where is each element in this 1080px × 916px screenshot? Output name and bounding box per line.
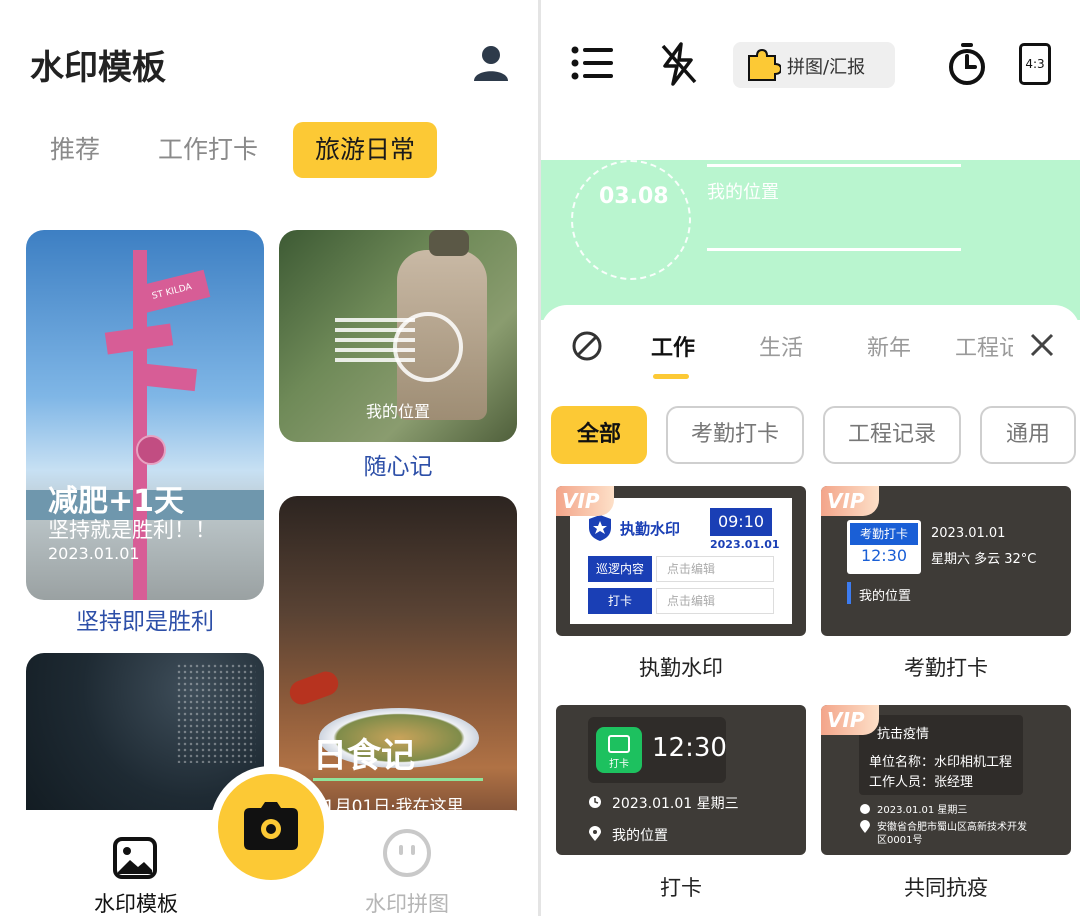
filter-chip-all[interactable]: 全部	[551, 406, 647, 464]
postmark-stamp-icon	[571, 160, 691, 280]
timer-icon[interactable]	[947, 42, 987, 86]
checkin-calendar-icon: 打卡	[596, 727, 642, 773]
template-location: 我的位置	[612, 828, 668, 844]
category-tab-new-year[interactable]: 新年	[867, 330, 911, 362]
template-date: 2023.01.01 星期三	[612, 796, 739, 812]
menu-icon[interactable]	[571, 46, 615, 80]
template-row-label: 打卡	[588, 588, 652, 614]
template-caption: 打卡	[660, 876, 702, 900]
template-card-free-note[interactable]: 我的位置	[279, 230, 517, 442]
left-screen: 水印模板 推荐 工作打卡 旅游日常 ST KILDA 减肥+1天 坚持就是胜利！…	[0, 0, 538, 916]
location-pin-icon	[589, 826, 601, 841]
template-time: 12:30	[652, 733, 727, 763]
user-icon[interactable]	[472, 44, 510, 82]
puzzle-icon	[748, 48, 781, 81]
template-date: 2023.01.01 星期三	[877, 805, 968, 816]
template-anti-epidemic[interactable]: 抗击疫情 单位名称：水印相机工程 工作人员：张经理 2023.01.01 星期三…	[821, 705, 1071, 855]
overlay-subline: 坚持就是胜利！！	[48, 518, 216, 542]
template-duty-watermark[interactable]: 执勤水印 09:10 2023.01.01 巡逻内容 点击编辑 打卡 点击编辑 …	[556, 486, 806, 636]
template-weather: 星期六 多云 32°C	[931, 552, 1037, 567]
collage-report-button[interactable]: 拼图/汇报	[733, 42, 895, 88]
overlay-date: 2023.01.01	[48, 544, 140, 563]
template-title: 执勤水印	[620, 520, 681, 538]
template-card-food-diary[interactable]: 日食记 01月01日·我在这里	[279, 496, 517, 836]
person-head	[429, 230, 469, 256]
collage-report-label: 拼图/汇报	[787, 57, 866, 78]
template-badge: 考勤打卡 12:30	[847, 520, 921, 574]
page-title: 水印模板	[30, 48, 166, 88]
filter-chip-attendance[interactable]: 考勤打卡	[666, 406, 804, 464]
template-caption: 执勤水印	[639, 656, 723, 680]
shield-star-icon	[589, 515, 611, 541]
template-row-label: 巡逻内容	[588, 556, 652, 582]
chili-pepper	[286, 668, 342, 708]
nav-item-watermark-template[interactable]: 水印模板	[94, 888, 178, 916]
clock-icon	[860, 804, 870, 814]
category-tab-work[interactable]: 工作	[651, 330, 695, 362]
overlay-headline: 日食记	[313, 736, 415, 776]
badge-top: 考勤打卡	[850, 523, 918, 545]
location-bar	[847, 582, 851, 604]
template-location: 我的位置	[859, 589, 912, 604]
aspect-ratio-button[interactable]: 4:3	[1019, 43, 1051, 85]
signpost-disc	[136, 435, 166, 465]
overlay-location: 我的位置	[365, 402, 430, 421]
template-panel: 执勤水印 09:10 2023.01.01 巡逻内容 点击编辑 打卡 点击编辑	[570, 498, 792, 624]
vip-badge: VIP	[821, 705, 879, 735]
template-caption: 考勤打卡	[904, 656, 988, 680]
camera-icon	[244, 802, 298, 850]
camera-preview: 03.08 我的位置	[541, 160, 1080, 320]
vip-badge: VIP	[821, 486, 879, 516]
calendar-shape	[608, 735, 630, 753]
template-date: 2023.01.01	[931, 526, 1006, 541]
template-address: 区0001号	[877, 835, 923, 846]
sparkle-dots	[176, 663, 256, 763]
right-screen: 拼图/汇报 4:3 03.08 我的位置 工作 生活 新年 工程记 全部 考勤打…	[541, 0, 1080, 916]
preview-location: 我的位置	[707, 182, 779, 203]
template-attendance[interactable]: 考勤打卡 12:30 2023.01.01 星期六 多云 32°C 我的位置 V…	[821, 486, 1071, 636]
category-underline	[653, 374, 689, 379]
template-header-title: 抗击疫情	[877, 727, 930, 742]
template-staff: 工作人员：张经理	[869, 775, 974, 790]
badge-time: 12:30	[860, 546, 908, 565]
checkin-icon-label: 打卡	[609, 759, 629, 770]
preview-line-top	[707, 164, 961, 167]
location-pin-icon	[860, 820, 870, 833]
vip-badge: VIP	[556, 486, 614, 516]
postmark-stamp-icon	[393, 312, 463, 382]
tab-travel-daily[interactable]: 旅游日常	[293, 122, 438, 178]
flash-off-icon[interactable]	[659, 42, 699, 86]
template-caption: 共同抗疫	[904, 876, 988, 900]
overlay-underline	[313, 778, 483, 781]
smiley-icon[interactable]	[382, 828, 432, 878]
no-watermark-icon[interactable]	[571, 330, 603, 362]
template-date: 2023.01.01	[710, 538, 780, 551]
template-row-value: 点击编辑	[656, 556, 774, 582]
template-time: 09:10	[710, 508, 772, 536]
template-unit: 单位名称：水印相机工程	[869, 755, 1013, 770]
clock-icon	[589, 796, 601, 808]
template-checkin[interactable]: 打卡 12:30 2023.01.01 星期三 我的位置	[556, 705, 806, 855]
template-header: 打卡 12:30	[588, 717, 727, 783]
nav-item-watermark-collage[interactable]: 水印拼图	[365, 888, 449, 916]
close-icon[interactable]	[1029, 332, 1055, 358]
filter-chip-general[interactable]: 通用	[980, 406, 1076, 464]
category-tab-engineering[interactable]: 工程记	[955, 330, 1013, 362]
filter-chip-engineering[interactable]: 工程记录	[823, 406, 961, 464]
category-tab-life[interactable]: 生活	[759, 330, 803, 362]
tab-recommend[interactable]: 推荐	[50, 122, 100, 178]
template-caption: 坚持即是胜利	[76, 609, 214, 635]
template-caption: 随心记	[363, 454, 433, 480]
tab-work-checkin[interactable]: 工作打卡	[158, 122, 258, 178]
template-row-value: 点击编辑	[656, 588, 774, 614]
preview-date: 03.08	[599, 184, 669, 209]
preview-line-bottom	[707, 248, 961, 251]
signpost-board	[104, 323, 174, 355]
image-icon[interactable]	[112, 836, 158, 880]
template-card-fitness[interactable]: ST KILDA 减肥+1天 坚持就是胜利！！ 2023.01.01	[26, 230, 264, 600]
camera-button[interactable]	[218, 774, 324, 880]
